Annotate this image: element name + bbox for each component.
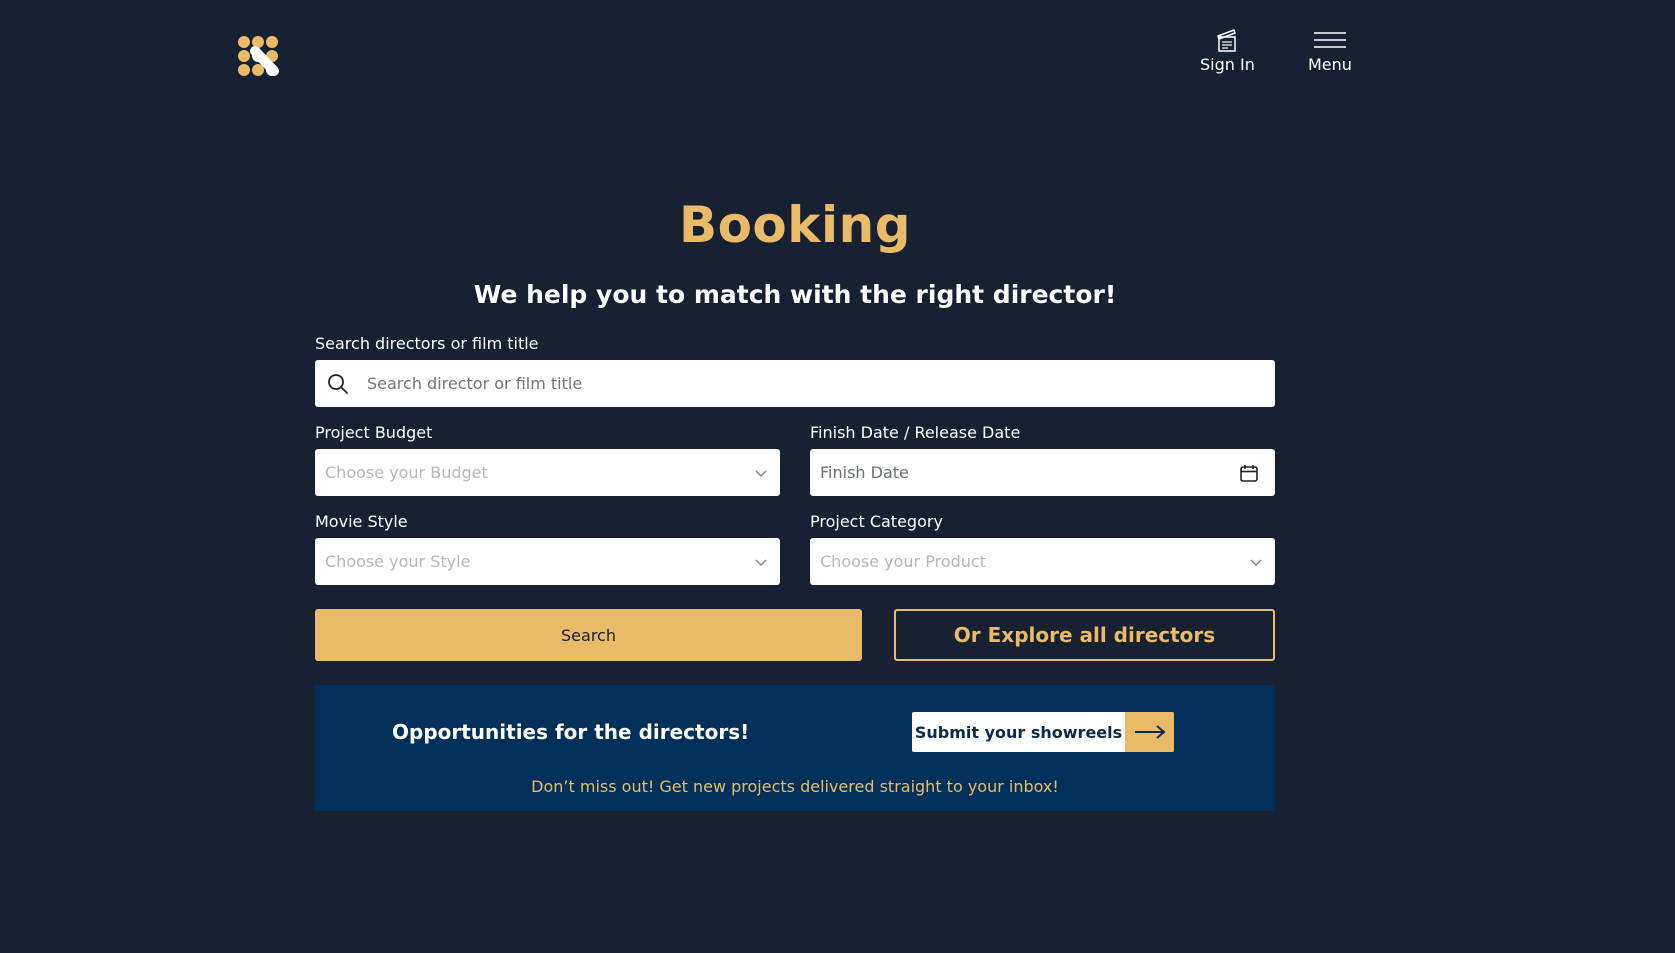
budget-placeholder: Choose your Budget (325, 463, 488, 482)
search-placeholder: Search director or film title (367, 374, 583, 393)
submit-showreels-label: Submit your showreels (914, 722, 1123, 742)
opportunities-banner: Opportunities for the directors! Submit … (315, 685, 1275, 811)
style-select[interactable]: Choose your Style (315, 538, 780, 585)
search-label: Search directors or film title (315, 334, 539, 353)
clapperboard-icon (1217, 29, 1237, 52)
chevron-down-icon (755, 558, 767, 566)
sign-in-link[interactable]: Sign In (1200, 27, 1255, 74)
arrow-right-icon (1125, 712, 1174, 752)
page-title: Booking (678, 196, 912, 254)
date-label: Finish Date / Release Date (810, 423, 1021, 442)
promo-note: Don’t miss out! Get new projects deliver… (531, 777, 1059, 796)
menu-button[interactable]: Menu (1308, 27, 1352, 74)
chevron-down-icon (1250, 558, 1262, 566)
search-button[interactable]: Search (315, 609, 862, 661)
budget-select[interactable]: Choose your Budget (315, 449, 780, 496)
style-label: Movie Style (315, 512, 408, 531)
logo-icon[interactable] (237, 35, 279, 77)
calendar-icon[interactable] (1239, 463, 1259, 483)
menu-label: Menu (1308, 55, 1352, 74)
style-placeholder: Choose your Style (325, 552, 471, 571)
sign-in-label: Sign In (1200, 55, 1255, 74)
date-placeholder: Finish Date (820, 463, 909, 482)
budget-label: Project Budget (315, 423, 433, 442)
promo-title: Opportunities for the directors! (392, 720, 750, 744)
finish-date-input[interactable]: Finish Date (810, 449, 1275, 496)
page-subtitle: We help you to match with the right dire… (473, 280, 1117, 309)
search-icon (328, 373, 348, 394)
search-input[interactable]: Search director or film title (315, 360, 1275, 407)
explore-directors-button[interactable]: Or Explore all directors (894, 609, 1275, 661)
hamburger-icon (1313, 32, 1346, 48)
submit-showreels-button[interactable]: Submit your showreels (912, 712, 1174, 752)
category-label: Project Category (810, 512, 943, 531)
category-select[interactable]: Choose your Product (810, 538, 1275, 585)
chevron-down-icon (755, 469, 767, 477)
category-placeholder: Choose your Product (820, 552, 986, 571)
